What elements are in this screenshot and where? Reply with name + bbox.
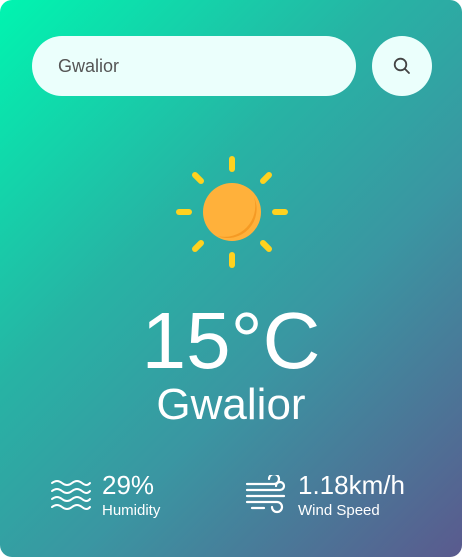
sun-icon bbox=[176, 156, 288, 268]
wind-label: Wind Speed bbox=[298, 502, 380, 519]
search-icon bbox=[393, 57, 410, 74]
temperature: 15°C bbox=[141, 296, 321, 385]
search-bar bbox=[32, 36, 432, 96]
humidity-label: Humidity bbox=[102, 502, 161, 519]
wind-icon bbox=[245, 475, 286, 514]
humidity-value: 29% bbox=[102, 470, 155, 500]
weather-details: 29% Humidity 1.18km/h Wind Speed bbox=[0, 470, 462, 530]
search-input[interactable] bbox=[32, 36, 356, 96]
city-name: Gwalior bbox=[156, 380, 306, 429]
waves-icon bbox=[51, 480, 91, 510]
wind-section: 1.18km/h Wind Speed bbox=[244, 470, 405, 520]
search-button[interactable] bbox=[372, 36, 432, 96]
wind-value: 1.18km/h bbox=[298, 470, 405, 500]
weather-card: 15°C Gwalior 29% Humidity bbox=[0, 0, 462, 557]
humidity-section: 29% Humidity bbox=[50, 470, 160, 520]
